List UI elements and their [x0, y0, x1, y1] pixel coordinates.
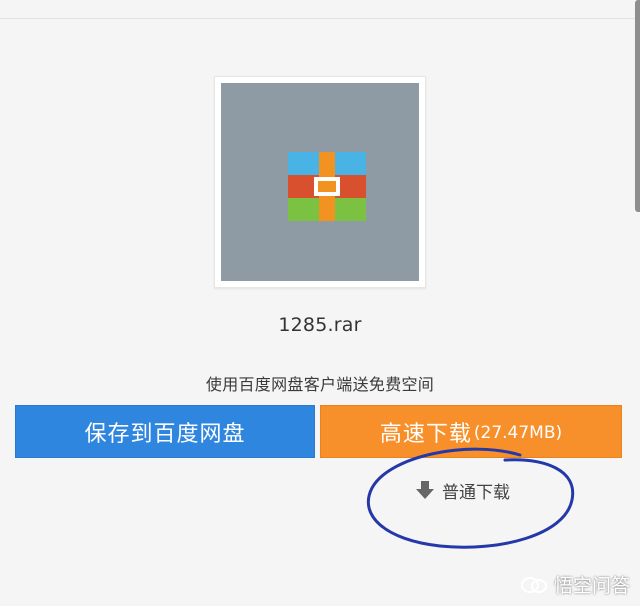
scrollbar[interactable]	[635, 0, 640, 212]
winrar-archive-icon	[288, 152, 366, 221]
normal-download-label: 普通下载	[442, 482, 510, 503]
file-size: (27.47MB)	[473, 423, 563, 443]
file-thumbnail	[221, 83, 419, 281]
promo-text: 使用百度网盘客户端送免费空间	[205, 375, 435, 394]
file-thumbnail-frame	[214, 76, 426, 288]
watermark: 悟空问答	[520, 571, 630, 598]
top-divider	[0, 18, 640, 19]
watermark-text: 悟空问答	[553, 575, 630, 597]
save-button-label: 保存到百度网盘	[84, 421, 246, 447]
download-arrow-icon	[416, 481, 434, 499]
save-to-baidu-pan-button[interactable]: 保存到百度网盘	[15, 405, 315, 458]
normal-download-link[interactable]: 普通下载	[416, 476, 510, 504]
chat-bubble-logo-icon	[520, 576, 547, 593]
fast-download-label: 高速下载	[379, 421, 472, 447]
high-speed-download-button[interactable]: 高速下载 (27.47MB)	[320, 405, 622, 458]
file-name: 1285.rar	[278, 314, 362, 336]
